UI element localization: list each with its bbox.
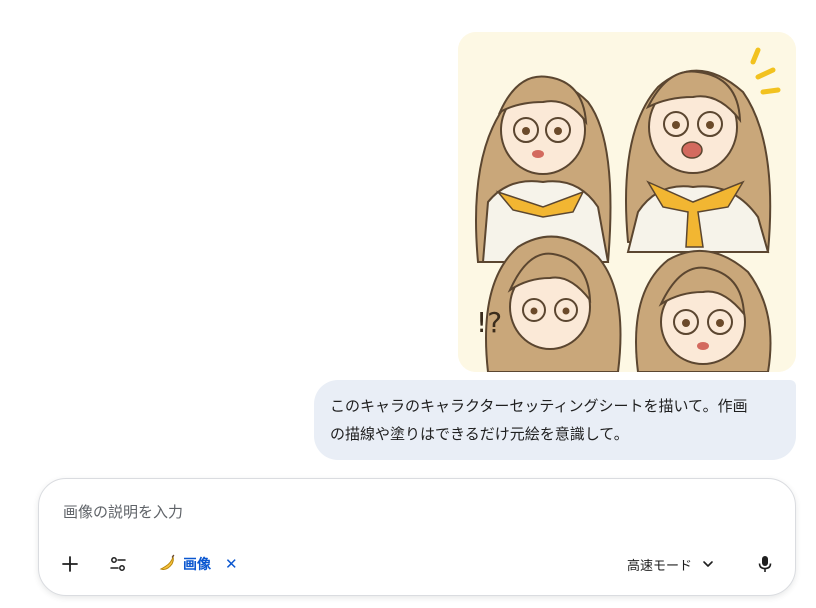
banana-icon — [159, 554, 175, 570]
message-line-2: の描線や塗りはできるだけ元絵を意識して。 — [330, 425, 629, 443]
mic-icon — [758, 556, 772, 572]
svg-text:!?: !? — [476, 306, 502, 339]
mode-label: 高速モード — [627, 558, 693, 574]
mode-selector[interactable]: 高速モード — [627, 551, 714, 577]
chat-area: !? このキャラのキャラクターセッティングシートを描いて。作画 の描線や塗りはで… — [0, 0, 816, 608]
add-button[interactable] — [54, 548, 86, 580]
sent-image[interactable]: !? — [458, 32, 796, 372]
image-tool-chip[interactable]: 画像 ✕ — [157, 551, 238, 577]
message-line-1: このキャラのキャラクターセッティングシートを描いて。作画 — [330, 397, 748, 415]
voice-input-button[interactable] — [749, 548, 781, 580]
tools-button[interactable] — [102, 548, 134, 580]
character-sheet-illustration: !? — [458, 32, 796, 372]
image-chip-label: 画像 — [183, 557, 211, 573]
plus-icon — [62, 556, 78, 572]
prompt-composer: 画像 ✕ 高速モード — [38, 478, 796, 596]
prompt-input[interactable] — [63, 499, 763, 525]
chip-remove-icon[interactable]: ✕ — [225, 555, 238, 573]
tune-icon — [110, 557, 126, 571]
chevron-down-icon — [703, 561, 713, 567]
user-message-bubble: このキャラのキャラクターセッティングシートを描いて。作画 の描線や塗りはできるだ… — [314, 380, 796, 460]
